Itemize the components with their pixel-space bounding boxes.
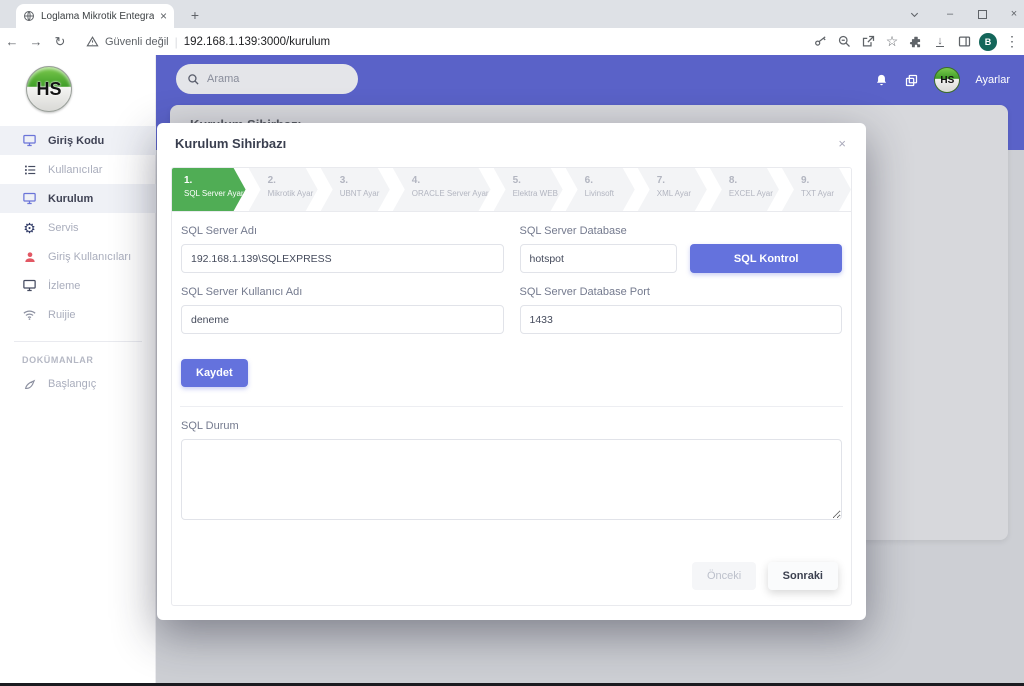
sql-port-label: SQL Server Database Port [520,286,843,298]
setup-wizard-modal: Kurulum Sihirbazı × 1. SQL Server Ayar 2… [157,123,866,620]
sidebar-item-kurulum[interactable]: Kurulum [0,184,156,213]
gear-icon: ⚙ [22,220,37,235]
tab-title: Loglama Mikrotik Entegrasyon G [41,11,154,22]
browser-tab-bar: Loglama Mikrotik Entegrasyon G × + – × [0,0,1024,28]
sql-status-textarea[interactable] [181,439,842,520]
list-icon [22,162,37,177]
share-icon[interactable] [856,34,880,49]
not-secure-warning-icon [86,35,99,48]
browser-tab[interactable]: Loglama Mikrotik Entegrasyon G × [16,4,174,28]
monitor-icon [22,278,37,293]
tab-close-icon[interactable]: × [160,10,167,22]
wizard-step-6[interactable]: 6. Livinsoft [566,168,635,211]
url-text: 192.168.1.139:3000/kurulum [184,36,330,48]
wifi-icon [22,307,37,322]
sidebar-item-label: Başlangıç [48,378,96,390]
wizard-step-8[interactable]: 8. EXCEL Ayar [710,168,779,211]
url-field[interactable]: Güvenli değil | 192.168.1.139:3000/kurul… [86,35,808,49]
extensions-puzzle-icon[interactable] [904,35,928,49]
sql-database-input[interactable] [520,244,678,273]
monitor-icon [22,191,37,206]
user-menu-label[interactable]: Ayarlar [975,74,1010,86]
user-icon [22,249,37,264]
sql-username-label: SQL Server Kullanıcı Adı [181,286,504,298]
sidebar-item-label: Ruijie [48,309,76,321]
sidebar-item-label: Kurulum [48,193,93,205]
reload-icon[interactable]: ↻ [48,34,72,50]
wizard-steps: 1. SQL Server Ayar 2. Mikrotik Ayar 3. U… [172,168,851,212]
user-avatar[interactable]: HS [934,67,960,93]
sidebar-item-label: İzleme [48,280,80,292]
browser-menu-dots-icon[interactable]: ⋮ [1000,33,1024,50]
sql-server-name-label: SQL Server Adı [181,225,504,237]
wizard-step-7[interactable]: 7. XML Ayar [638,168,707,211]
sidebar-item-label: Giriş Kullanıcıları [48,251,131,263]
sql-username-input[interactable] [181,305,504,334]
wizard-body: SQL Server Adı SQL Server Database SQL K… [172,212,851,550]
app-root: Kurulum Sihirbazı HS Ayarlar HS [0,55,1024,683]
search-icon [187,73,200,86]
window-close-button[interactable]: × [998,0,1024,28]
modal-header: Kurulum Sihirbazı × [157,123,866,159]
browser-address-bar: ← → ↻ Güvenli değil | 192.168.1.139:3000… [0,28,1024,55]
header-search[interactable] [176,64,358,94]
next-button[interactable]: Sonraki [768,562,838,590]
sql-kontrol-button[interactable]: SQL Kontrol [690,244,842,273]
monitor-icon [22,133,37,148]
sidebar-item-label: Kullanıcılar [48,164,102,176]
save-button[interactable]: Kaydet [181,359,248,387]
header-actions: HS Ayarlar [874,63,1010,97]
wizard-step-4[interactable]: 4. ORACLE Server Ayar [393,168,491,211]
sql-server-name-input[interactable] [181,244,504,273]
new-tab-button[interactable]: + [186,7,204,25]
windows-copy-icon[interactable] [904,73,919,88]
modal-close-icon[interactable]: × [836,136,848,151]
search-input[interactable] [207,73,327,85]
wizard-toolbar: Önceki Sonraki [172,550,851,605]
zoom-icon[interactable] [832,34,856,49]
wizard-step-2[interactable]: 2. Mikrotik Ayar [249,168,318,211]
sidebar-item-izleme[interactable]: İzleme [0,271,156,300]
notifications-bell-icon[interactable] [874,73,889,88]
password-key-icon[interactable] [808,34,832,49]
side-panel-icon[interactable] [952,34,976,49]
back-icon[interactable]: ← [0,34,24,49]
sidebar-item-giris-kullanicilari[interactable]: Giriş Kullanıcıları [0,242,156,271]
sidebar-item-ruijie[interactable]: Ruijie [0,300,156,329]
tab-search-chevron-icon[interactable] [898,0,930,28]
sidebar-item-giris-kodu[interactable]: Giriş Kodu [0,126,156,155]
sql-port-input[interactable] [520,305,843,334]
sidebar-item-baslangic[interactable]: Başlangıç [0,369,156,398]
download-icon[interactable]: ↓ [928,36,952,47]
security-label: Güvenli değil [105,36,169,48]
wizard-step-3[interactable]: 3. UBNT Ayar [321,168,390,211]
wizard-step-5[interactable]: 5. Elektra WEB [494,168,563,211]
url-separator: | [175,35,178,49]
globe-favicon-icon [23,10,35,22]
bookmark-star-icon[interactable]: ☆ [880,33,904,50]
previous-button[interactable]: Önceki [692,562,756,590]
rocket-icon [22,376,37,391]
sidebar-item-kullanicilar[interactable]: Kullanıcılar [0,155,156,184]
sidebar-section-title: DOKÜMANLAR [0,342,156,369]
sidebar-item-label: Giriş Kodu [48,135,104,147]
app-logo: HS [26,66,72,112]
sidebar-item-label: Servis [48,222,79,234]
sql-status-label: SQL Durum [181,420,842,432]
wizard-container: 1. SQL Server Ayar 2. Mikrotik Ayar 3. U… [171,167,852,606]
wizard-step-9[interactable]: 9. TXT Ayar [782,168,851,211]
sidebar: HS Giriş Kodu Kullanıcılar Kurulum [0,55,156,683]
modal-title: Kurulum Sihirbazı [175,136,836,151]
maximize-icon [978,10,987,19]
sidebar-item-servis[interactable]: ⚙ Servis [0,213,156,242]
window-minimize-button[interactable]: – [934,0,966,28]
wizard-step-1[interactable]: 1. SQL Server Ayar [172,168,246,211]
browser-profile-avatar[interactable]: B [976,33,1000,51]
window-maximize-button[interactable] [966,0,998,28]
sql-database-label: SQL Server Database [520,225,843,237]
form-divider [180,406,843,407]
forward-icon[interactable]: → [24,34,48,49]
